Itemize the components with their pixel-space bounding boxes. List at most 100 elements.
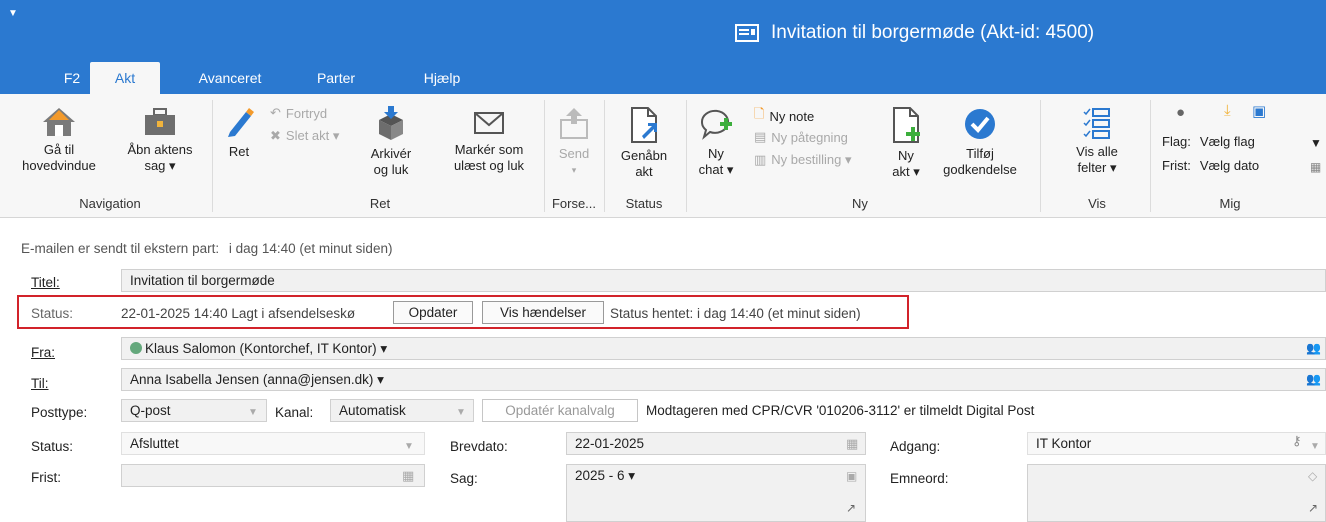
new-act-button[interactable]: Ny akt ▾ bbox=[886, 106, 926, 180]
group-separator bbox=[604, 100, 605, 212]
reopen-act-button[interactable]: Genåbn akt bbox=[610, 106, 678, 180]
calendar-icon[interactable]: ▦ bbox=[402, 468, 414, 484]
note-icon: 🗋 bbox=[754, 106, 765, 121]
deadline-field[interactable] bbox=[121, 464, 425, 487]
mark-unread-close-button[interactable]: Markér som ulæst og luk bbox=[442, 106, 536, 174]
group-separator bbox=[686, 100, 687, 212]
posttype-select[interactable]: Q-post bbox=[121, 399, 267, 422]
new-order-button[interactable]: ▥ Ny bestilling ▾ bbox=[754, 152, 852, 168]
show-events-button[interactable]: Vis hændelser bbox=[482, 301, 604, 324]
group-label-ret: Ret bbox=[369, 196, 391, 211]
status-value: 22-01-2025 14:40 Lagt i afsendelseskø bbox=[121, 306, 356, 321]
new-chat-button[interactable]: Ny chat ▾ bbox=[690, 106, 742, 178]
calendar-icon[interactable]: ▦ bbox=[846, 436, 858, 452]
access-select[interactable]: IT Kontor bbox=[1027, 432, 1326, 455]
title-label: Titel: bbox=[31, 275, 60, 290]
key-icon[interactable]: ⚷ bbox=[1292, 433, 1302, 449]
update-status-button[interactable]: Opdater bbox=[393, 301, 473, 324]
digital-post-note: Modtageren med CPR/CVR '010206-3112' er … bbox=[646, 403, 1035, 418]
tag-icon[interactable]: ◇ bbox=[1308, 469, 1317, 483]
chevron-down-icon: ▼ bbox=[248, 407, 258, 418]
briefcase-small-icon[interactable]: ▣ bbox=[846, 469, 857, 483]
act-form: E-mailen er sendt til ekstern part: i da… bbox=[0, 219, 1326, 522]
tab-f2[interactable]: F2 bbox=[52, 62, 92, 94]
tab-parter[interactable]: Parter bbox=[306, 62, 366, 94]
update-channel-button[interactable]: Opdatér kanalvalg bbox=[482, 399, 638, 422]
briefcase-icon bbox=[145, 108, 175, 135]
send-envelope-icon bbox=[560, 108, 588, 139]
window-title: Invitation til borgermøde (Akt-id: 4500) bbox=[735, 22, 1094, 44]
archive-box-icon bbox=[379, 106, 403, 140]
email-sent-info: E-mailen er sendt til ekstern part: i da… bbox=[21, 241, 393, 256]
status-label: Status: bbox=[31, 306, 74, 321]
group-label-navigation: Navigation bbox=[79, 196, 141, 211]
group-separator bbox=[1040, 100, 1041, 212]
group-label-forse: Forse... bbox=[551, 196, 597, 211]
list-fields-icon bbox=[1083, 108, 1110, 139]
case-label: Sag: bbox=[450, 471, 478, 486]
pencil-icon bbox=[228, 108, 254, 137]
new-note-button[interactable]: 🗋 Ny note bbox=[754, 105, 814, 127]
new-document-icon bbox=[893, 107, 920, 143]
order-icon: ▥ bbox=[754, 152, 767, 167]
group-separator bbox=[1150, 100, 1151, 212]
channel-label: Kanal: bbox=[275, 405, 314, 420]
show-all-fields-button[interactable]: Vis alle felter ▾ bbox=[1052, 106, 1142, 176]
open-link-icon[interactable]: ↗ bbox=[1308, 501, 1318, 515]
status-fetched-text: Status hentet: i dag 14:40 (et minut sid… bbox=[610, 306, 861, 321]
chevron-down-icon: ▼ bbox=[404, 441, 414, 452]
undo-button[interactable]: ↶ Fortryd bbox=[270, 105, 327, 121]
ribbon-tabs: F2 Akt Avanceret Parter Hjælp bbox=[0, 62, 1326, 94]
flag-download-icon: ⤓ bbox=[1224, 102, 1231, 119]
envelope-icon bbox=[474, 112, 504, 134]
delete-button[interactable]: ✖ Slet akt ▾ bbox=[270, 128, 339, 144]
chevron-down-icon: ▼ bbox=[1310, 441, 1320, 452]
access-label: Adgang: bbox=[890, 439, 941, 454]
tab-hjaelp[interactable]: Hjælp bbox=[414, 62, 470, 94]
title-field[interactable]: Invitation til borgermøde bbox=[121, 269, 1326, 292]
letter-date-label: Brevdato: bbox=[450, 439, 508, 454]
message-icon bbox=[735, 24, 759, 42]
open-case-button[interactable]: Åbn aktens sag ▾ bbox=[120, 106, 200, 174]
to-field[interactable]: Anna Isabella Jensen (anna@jensen.dk) ▾ bbox=[121, 368, 1326, 391]
letter-date-field[interactable]: 22-01-2025 bbox=[566, 432, 866, 455]
archive-close-button[interactable]: Arkivér og luk bbox=[366, 106, 416, 178]
chevron-down-icon: ▼ bbox=[456, 407, 466, 418]
tab-akt[interactable]: Akt bbox=[90, 62, 160, 94]
ribbon-overflow-arrow-icon[interactable]: ▼ bbox=[1310, 136, 1322, 150]
calendar-icon: ▣ bbox=[1252, 103, 1267, 120]
keywords-label: Emneord: bbox=[890, 471, 949, 486]
group-label-mig: Mig bbox=[1219, 196, 1241, 211]
add-approval-button[interactable]: Tilføj godkendelse bbox=[932, 106, 1028, 178]
from-label: Fra: bbox=[31, 345, 56, 360]
act-status-select[interactable]: Afsluttet bbox=[121, 432, 425, 455]
undo-icon: ↶ bbox=[270, 105, 281, 120]
deadline-label: Frist: bbox=[31, 470, 61, 485]
goto-main-window-button[interactable]: Gå til hovedvindue bbox=[14, 106, 104, 174]
act-status-label: Status: bbox=[31, 439, 74, 454]
send-button[interactable]: Send ▾ bbox=[548, 106, 600, 178]
contacts-icon[interactable]: 👥 bbox=[1306, 341, 1321, 355]
quick-access-menu[interactable]: ▼ bbox=[8, 8, 18, 19]
case-field[interactable]: 2025 - 6 ▾ bbox=[566, 464, 866, 522]
from-field[interactable]: Klaus Salomon (Kontorchef, IT Kontor) ▾ bbox=[121, 337, 1326, 360]
keywords-field[interactable] bbox=[1027, 464, 1326, 522]
edit-button[interactable]: Ret bbox=[216, 106, 262, 160]
ribbon-calendar-icon[interactable]: ▦ bbox=[1310, 160, 1321, 174]
posttype-label: Posttype: bbox=[31, 405, 88, 420]
home-icon bbox=[43, 108, 75, 136]
contacts-icon[interactable]: 👥 bbox=[1306, 372, 1321, 386]
group-label-ny: Ny bbox=[852, 196, 868, 211]
new-annotation-button[interactable]: ▤ Ny påtegning bbox=[754, 129, 848, 145]
group-label-vis: Vis bbox=[1088, 196, 1106, 211]
ribbon: Gå til hovedvindue Åbn aktens sag ▾ Navi… bbox=[0, 94, 1326, 218]
tab-avanceret[interactable]: Avanceret bbox=[188, 62, 272, 94]
flag-selector[interactable]: Flag: Vælg flag bbox=[1162, 134, 1255, 149]
channel-select[interactable]: Automatisk bbox=[330, 399, 474, 422]
presence-status-icon bbox=[130, 342, 142, 354]
group-label-status: Status bbox=[625, 196, 663, 211]
deadline-selector[interactable]: Frist: Vælg dato bbox=[1162, 158, 1259, 173]
title-bar: ▼ Invitation til borgermøde (Akt-id: 450… bbox=[0, 0, 1326, 62]
open-link-icon[interactable]: ↗ bbox=[846, 501, 856, 515]
checkmark-badge-icon bbox=[965, 109, 995, 139]
